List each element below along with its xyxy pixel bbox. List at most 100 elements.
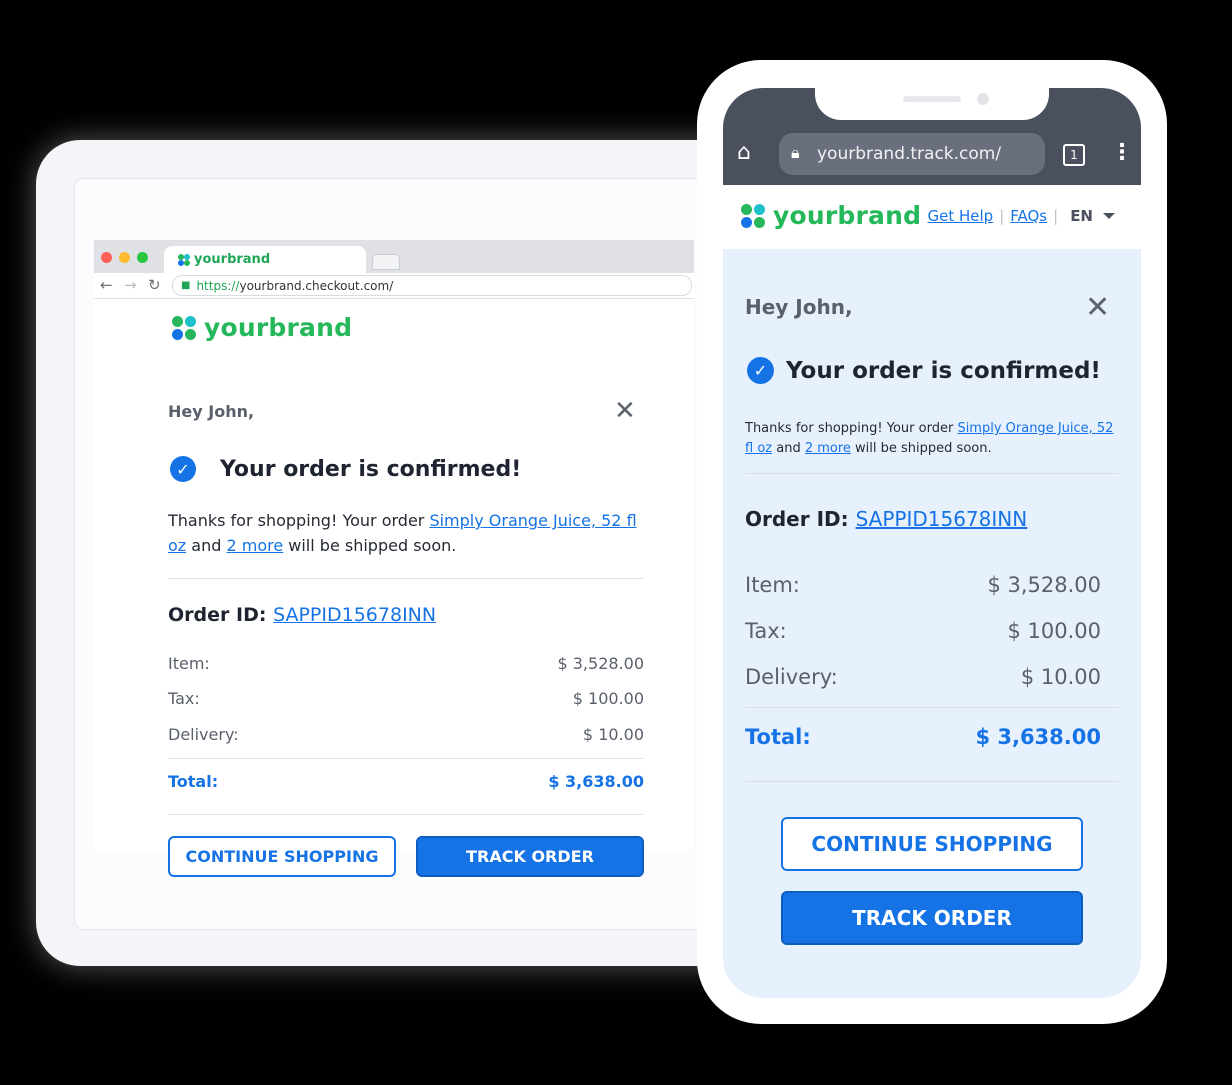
total-value: $ 3,638.00	[548, 772, 644, 791]
summary-row-item: Item: $ 3,528.00	[745, 573, 1101, 597]
link-separator: |	[1053, 207, 1059, 225]
summary-value: $ 3,528.00	[987, 573, 1101, 597]
summary-row-tax: Tax: $ 100.00	[745, 619, 1101, 643]
greeting: Hey John,	[168, 402, 255, 421]
back-arrow-icon[interactable]: ←	[100, 276, 113, 294]
speaker-grille	[903, 96, 961, 102]
summary-value: $ 10.00	[582, 725, 644, 744]
more-items-link[interactable]: 2 more	[226, 536, 283, 555]
phone-screen: ⌂ 🔒︎ yourbrand.track.com/ 1 ⋮ yourbrand …	[723, 88, 1141, 998]
intro-suffix: will be shipped soon.	[283, 536, 457, 555]
summary-row-tax: Tax: $ 100.00	[168, 689, 644, 708]
confirmation-heading: ✓ Your order is confirmed!	[170, 456, 521, 482]
phone-browser-bar: ⌂ 🔒︎ yourbrand.track.com/ 1 ⋮	[723, 88, 1141, 185]
window-maximize-dot[interactable]	[137, 252, 148, 263]
order-id-line: Order ID: SAPPID15678INN	[745, 507, 1027, 531]
summary-row-item: Item: $ 3,528.00	[168, 654, 644, 673]
summary-row-delivery: Delivery: $ 10.00	[168, 725, 644, 744]
total-label: Total:	[745, 725, 811, 749]
brand-logo-icon	[741, 203, 765, 228]
divider	[745, 707, 1119, 708]
summary-value: $ 3,528.00	[557, 654, 644, 673]
intro-and: and	[186, 536, 227, 555]
order-id-label: Order ID:	[168, 604, 267, 626]
site-header: yourbrand	[94, 299, 694, 356]
summary-label: Item:	[745, 573, 800, 597]
brand-name: yourbrand	[773, 201, 922, 230]
language-select[interactable]: EN	[1070, 207, 1093, 225]
brand-logo-icon	[178, 253, 190, 266]
phone-notch	[815, 88, 1049, 120]
more-menu-icon[interactable]: ⋮	[1111, 140, 1133, 165]
reload-icon[interactable]: ↻	[148, 276, 161, 294]
desktop-browser-window: yourbrand ← → ↻ ■ https:// yourbrand.che…	[94, 240, 694, 850]
continue-shopping-button[interactable]: CONTINUE SHOPPING	[168, 836, 396, 877]
summary-row-total: Total: $ 3,638.00	[745, 725, 1101, 749]
url-input[interactable]: ■ https:// yourbrand.checkout.com/	[172, 275, 692, 296]
faqs-link[interactable]: FAQs	[1010, 207, 1047, 225]
headline: Your order is confirmed!	[220, 456, 522, 482]
summary-value: $ 10.00	[1020, 665, 1101, 689]
intro-prefix: Thanks for shopping! Your order	[745, 421, 958, 436]
divider	[168, 758, 644, 759]
continue-shopping-button[interactable]: CONTINUE SHOPPING	[781, 817, 1083, 871]
url-scheme: https://	[196, 278, 240, 293]
mobile-url-input[interactable]: 🔒︎ yourbrand.track.com/	[779, 133, 1045, 175]
browser-tab-strip: yourbrand	[94, 240, 694, 273]
more-items-link[interactable]: 2 more	[805, 441, 851, 456]
url-text: yourbrand.checkout.com/	[239, 278, 394, 293]
summary-label: Tax:	[745, 619, 787, 643]
total-label: Total:	[168, 772, 219, 791]
check-circle-icon: ✓	[170, 456, 196, 482]
intro-suffix: will be shipped soon.	[850, 441, 992, 456]
track-order-button[interactable]: TRACK ORDER	[781, 891, 1083, 945]
intro-text: Thanks for shopping! Your order Simply O…	[745, 419, 1115, 459]
lock-icon: ■	[181, 280, 191, 291]
order-id-line: Order ID: SAPPID15678INN	[168, 604, 436, 626]
order-id-link[interactable]: SAPPID15678INN	[856, 507, 1028, 531]
divider	[745, 781, 1119, 782]
check-circle-icon: ✓	[747, 357, 774, 384]
home-icon[interactable]: ⌂	[737, 140, 751, 165]
divider	[168, 814, 644, 815]
summary-row-total: Total: $ 3,638.00	[168, 772, 644, 791]
intro-text: Thanks for shopping! Your order Simply O…	[168, 508, 638, 558]
summary-label: Delivery:	[168, 725, 239, 744]
header-links: Get Help | FAQs | EN	[927, 207, 1115, 225]
track-order-button[interactable]: TRACK ORDER	[416, 836, 644, 877]
forward-arrow-icon[interactable]: →	[124, 276, 137, 294]
chevron-down-icon[interactable]	[1103, 213, 1115, 219]
tab-count-button[interactable]: 1	[1063, 144, 1085, 166]
summary-row-delivery: Delivery: $ 10.00	[745, 665, 1101, 689]
summary-value: $ 100.00	[572, 689, 644, 708]
get-help-link[interactable]: Get Help	[927, 207, 993, 225]
headline: Your order is confirmed!	[786, 357, 1101, 384]
intro-prefix: Thanks for shopping! Your order	[168, 511, 430, 530]
mobile-url-text: yourbrand.track.com/	[817, 144, 1002, 164]
brand-logo-icon	[172, 315, 196, 340]
browser-tab-title: yourbrand	[194, 252, 271, 267]
order-id-link[interactable]: SAPPID15678INN	[273, 604, 436, 626]
browser-tab-active[interactable]: yourbrand	[164, 246, 366, 273]
summary-value: $ 100.00	[1007, 619, 1101, 643]
total-value: $ 3,638.00	[975, 725, 1101, 749]
brand-logo[interactable]: yourbrand	[172, 313, 352, 342]
window-minimize-dot[interactable]	[119, 252, 130, 263]
lock-icon: 🔒︎	[791, 143, 800, 162]
browser-new-tab[interactable]	[372, 254, 400, 270]
window-close-dot[interactable]	[101, 252, 112, 263]
summary-label: Item:	[168, 654, 210, 673]
brand-name: yourbrand	[204, 313, 353, 342]
divider	[745, 473, 1119, 474]
mobile-site-header: yourbrand Get Help | FAQs | EN	[723, 185, 1141, 249]
brand-logo[interactable]: yourbrand	[741, 201, 921, 230]
summary-label: Delivery:	[745, 665, 838, 689]
order-id-label: Order ID:	[745, 507, 849, 531]
browser-address-bar-row: ← → ↻ ■ https:// yourbrand.checkout.com/	[94, 273, 694, 299]
close-icon[interactable]: ✕	[1085, 293, 1110, 323]
divider	[168, 578, 644, 579]
confirmation-heading: ✓ Your order is confirmed!	[747, 357, 1101, 384]
intro-and: and	[772, 441, 805, 456]
close-icon[interactable]: ✕	[614, 398, 636, 424]
link-separator: |	[999, 207, 1005, 225]
